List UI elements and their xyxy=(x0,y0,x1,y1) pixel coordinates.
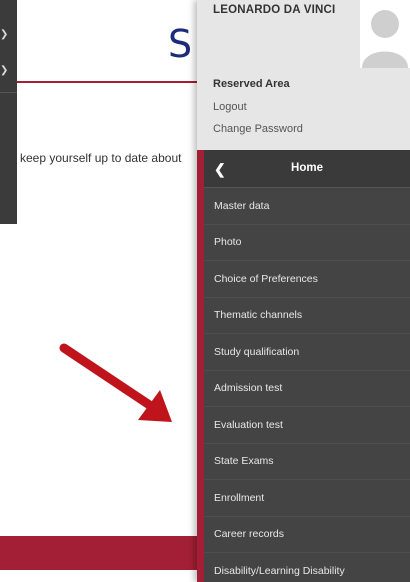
menu-item-choice-of-preferences[interactable]: Choice of Preferences xyxy=(204,261,410,298)
user-panel: LEONARDO DA VINCI Reserved Area Logout C… xyxy=(197,0,410,150)
menu-item-thematic-channels[interactable]: Thematic channels xyxy=(204,297,410,334)
chevron-right-icon[interactable]: ❯ xyxy=(0,30,8,40)
user-name: LEONARDO DA VINCI xyxy=(213,4,336,16)
logout-link[interactable]: Logout xyxy=(213,101,247,113)
reserved-area-title: Reserved Area xyxy=(213,78,290,90)
chevron-right-icon[interactable]: ❯ xyxy=(0,66,8,76)
intro-text: keep yourself up to date about xyxy=(20,151,182,165)
footer-band xyxy=(0,536,200,570)
avatar xyxy=(360,0,410,68)
toolbar-divider xyxy=(0,92,17,93)
menu-item-state-exams[interactable]: State Exams xyxy=(204,443,410,480)
menu-item-photo[interactable]: Photo xyxy=(204,224,410,261)
sidebar-menu: LEONARDO DA VINCI Reserved Area Logout C… xyxy=(197,0,410,582)
home-label: Home xyxy=(291,162,323,174)
menu-item-evaluation-test[interactable]: Evaluation test xyxy=(204,407,410,444)
menu-item-master-data[interactable]: Master data xyxy=(204,188,410,225)
user-avatar-icon xyxy=(360,0,410,68)
header-divider xyxy=(17,81,203,83)
site-logo: S xyxy=(168,22,193,66)
menu-list: Master data Photo Choice of Preferences … xyxy=(204,188,410,582)
menu-item-study-qualification[interactable]: Study qualification xyxy=(204,334,410,371)
left-toolbar: ❯ ❯ xyxy=(0,0,17,224)
menu-item-disability[interactable]: Disability/Learning Disability xyxy=(204,553,410,582)
change-password-link[interactable]: Change Password xyxy=(213,123,303,135)
annotation-arrow xyxy=(59,343,172,422)
menu-item-career-records[interactable]: Career records xyxy=(204,516,410,553)
home-nav[interactable]: ❮ Home xyxy=(204,150,410,188)
menu-item-admission-test[interactable]: Admission test xyxy=(204,370,410,407)
accent-strip xyxy=(197,150,204,582)
menu-item-enrollment[interactable]: Enrollment xyxy=(204,480,410,517)
